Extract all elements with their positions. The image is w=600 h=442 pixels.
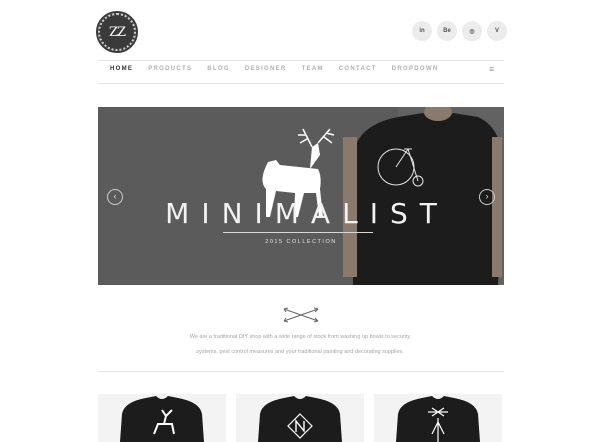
logo[interactable]: ZZ [96, 11, 138, 53]
behance-icon[interactable]: Be [437, 21, 457, 41]
product-image [120, 396, 204, 442]
nav-item-contact[interactable]: CONTACT [339, 66, 377, 72]
crossed-arrows-icon [283, 307, 319, 323]
section-divider [98, 371, 504, 372]
product-card[interactable] [98, 394, 226, 442]
about-line-1: We are a traditional DIY shop with a wid… [189, 334, 411, 340]
nav-item-home[interactable]: HOME [110, 66, 133, 72]
product-image [258, 396, 342, 442]
nav-item-dropdown[interactable]: DROPDOWN [392, 66, 439, 72]
about-line-2: systems, pest control measures and your … [196, 349, 404, 355]
nav-item-team[interactable]: TEAM [302, 66, 324, 72]
hero-divider [223, 232, 373, 233]
hero-title: MINIMALIST [165, 197, 449, 230]
logo-text: ZZ [108, 24, 126, 40]
slider-next-button[interactable]: › [479, 189, 495, 205]
hero-subtitle: 2015 COLLECTION [265, 239, 337, 245]
vimeo-icon[interactable]: V [487, 21, 507, 41]
nav-top-rule [98, 60, 504, 61]
social-links: in Be ◎ V [412, 21, 507, 41]
main-nav: HOME PRODUCTS BLOG DESIGNER TEAM CONTACT… [110, 66, 439, 72]
nav-item-products[interactable]: PRODUCTS [148, 66, 192, 72]
hero-slider: MINIMALIST 2015 COLLECTION ‹ › [98, 107, 504, 285]
product-card[interactable] [374, 394, 502, 442]
product-card[interactable] [236, 394, 364, 442]
slider-prev-button[interactable]: ‹ [107, 189, 123, 205]
menu-icon[interactable]: ≡ [489, 64, 494, 74]
nav-bottom-rule [98, 83, 504, 84]
nav-item-designer[interactable]: DESIGNER [245, 66, 287, 72]
nav-item-blog[interactable]: BLOG [207, 66, 230, 72]
hero-image [262, 107, 504, 285]
linkedin-icon[interactable]: in [412, 21, 432, 41]
dribbble-icon[interactable]: ◎ [462, 21, 482, 41]
about-text: We are a traditional DIY shop with a wid… [150, 330, 450, 360]
product-image [396, 396, 480, 442]
